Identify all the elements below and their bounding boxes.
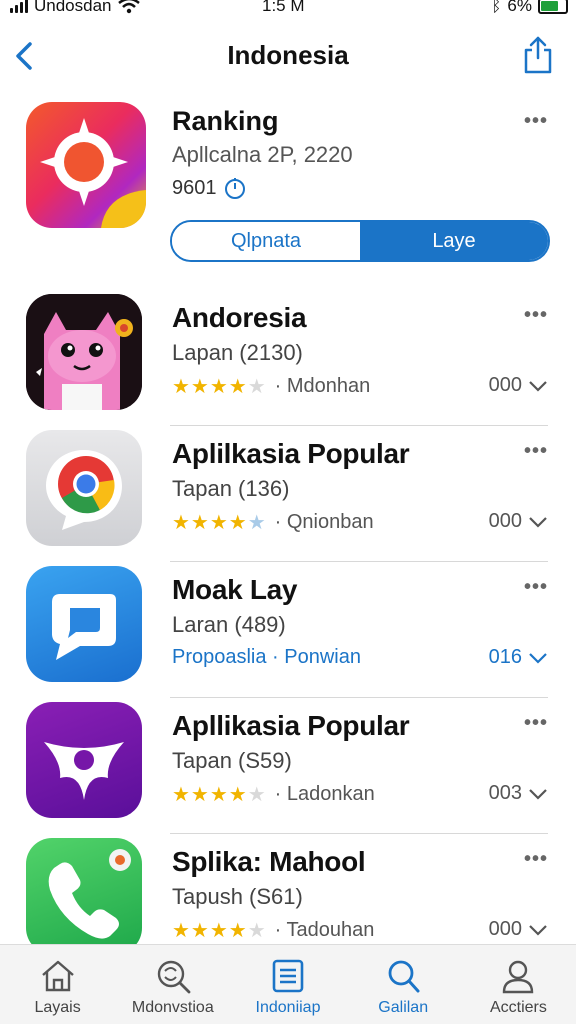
app-count: 000 (488, 510, 522, 532)
battery-icon (538, 0, 568, 14)
more-options-button[interactable]: ••• (524, 848, 548, 871)
app-meta-line: ★★★★★ · Mdonhan (172, 374, 370, 399)
app-count: 003 (488, 782, 522, 804)
navigation-bar: Indonesia (0, 28, 576, 84)
app-subtitle: Tapan (S59) (172, 748, 292, 773)
tab-label: Acctiers (489, 999, 547, 1016)
more-options-button[interactable]: ••• (524, 110, 548, 133)
expand-count-button[interactable]: 003 (489, 782, 548, 805)
featured-app-meta: 9601 (172, 176, 247, 200)
expand-count-button[interactable]: 000 (489, 918, 548, 941)
featured-meta-value: 9601 (172, 176, 217, 199)
app-count: 016 (488, 646, 522, 668)
app-meta-line: ★★★★★ · Tadouhan (172, 918, 374, 943)
signal-icon (10, 0, 28, 13)
app-name: Aplilkasia Popular (172, 438, 410, 469)
app-subtitle: Tapush (S61) (172, 884, 303, 909)
chat-bubble-icon (52, 594, 116, 660)
tab-acctiers[interactable]: Acctiers (461, 945, 576, 1024)
carrier-name: Undosdan (34, 0, 112, 15)
clock: 1:5 M (262, 0, 305, 15)
app-icon[interactable] (26, 566, 142, 682)
chevron-down-icon (529, 924, 547, 936)
app-icon[interactable] (26, 430, 142, 546)
app-icon[interactable] (26, 294, 142, 410)
app-icon[interactable] (26, 702, 142, 818)
chrome-chat-icon (46, 450, 122, 530)
segment-left[interactable]: Qlpnata (172, 222, 360, 260)
search-refresh-icon (157, 960, 191, 994)
more-options-button[interactable]: ••• (524, 712, 548, 735)
app-meta-line: Propoaslia · Ponwian (172, 646, 361, 669)
segmented-control: Qlpnata Laye (170, 220, 550, 262)
app-subtitle: Laran (489) (172, 612, 286, 637)
star-rating-icon: ★★★★★ (172, 784, 267, 806)
app-name: Apllikasia Popular (172, 710, 410, 741)
chevron-down-icon (529, 516, 547, 528)
tab-mdonvstioa[interactable]: Mdonvstioa (115, 945, 230, 1024)
app-category: · Qnionban (274, 511, 374, 533)
tab-bar: Layais Mdonvstioa Indoniiap Galilan Acct… (0, 944, 576, 1024)
featured-app-name: Ranking (172, 106, 279, 136)
expand-count-button[interactable]: 016 (489, 646, 548, 669)
tab-galilan[interactable]: Galilan (346, 945, 461, 1024)
tab-indoniiap[interactable]: Indoniiap (230, 945, 345, 1024)
expand-count-button[interactable]: 000 (489, 374, 548, 397)
list-item[interactable]: Aplilkasia Popular Tapan (136) ★★★★★ · Q… (0, 426, 576, 562)
search-icon (388, 960, 420, 993)
status-right: ᛒ 6% (491, 0, 568, 16)
chevron-down-icon (529, 788, 547, 800)
battery-percent: 6% (507, 0, 532, 15)
carrier-group: Undosdan (10, 0, 140, 16)
app-category: · Mdonhan (274, 375, 371, 397)
list-item[interactable]: Andoresia Lapan (2130) ★★★★★ · Mdonhan 0… (0, 290, 576, 426)
person-icon (503, 960, 534, 994)
app-meta-line: ★★★★★ · Ladonkan (172, 782, 375, 807)
cat-icon (26, 294, 142, 410)
status-bar: Undosdan 1:5 M ᛒ 6% (0, 0, 576, 20)
wifi-icon (117, 0, 140, 14)
tab-label: Galilan (378, 999, 429, 1016)
bluetooth-icon: ᛒ (491, 0, 502, 15)
tab-label: Layais (34, 999, 81, 1016)
more-options-button[interactable]: ••• (524, 304, 548, 327)
clock-icon (224, 178, 245, 199)
target-icon (40, 118, 146, 228)
featured-app: Ranking Apllcalna 2P, 2220 9601 ••• Qlpn… (0, 100, 576, 270)
list-item[interactable]: Apllikasia Popular Tapan (S59) ★★★★★ · L… (0, 698, 576, 834)
star-shape-icon (44, 742, 124, 800)
tab-label: Mdonvstioa (131, 999, 214, 1016)
more-options-button[interactable]: ••• (524, 440, 548, 463)
app-name: Splika: Mahool (172, 846, 366, 877)
page-title: Indonesia (227, 40, 349, 70)
app-name: Andoresia (172, 302, 307, 333)
app-meta-line: ★★★★★ · Qnionban (172, 510, 374, 535)
app-category: · Ladonkan (274, 783, 375, 805)
more-options-button[interactable]: ••• (524, 576, 548, 599)
expand-count-button[interactable]: 000 (489, 510, 548, 533)
featured-app-icon[interactable] (26, 102, 146, 228)
chevron-down-icon (529, 652, 547, 664)
app-subtitle: Lapan (2130) (172, 340, 303, 365)
phone-icon (48, 849, 131, 939)
app-name: Moak Lay (172, 574, 298, 605)
tab-label: Indoniiap (255, 999, 321, 1016)
app-category: Propoaslia · Ponwian (172, 646, 361, 668)
app-icon[interactable] (26, 838, 142, 954)
featured-app-subtitle: Apllcalna 2P, 2220 (172, 142, 353, 167)
segment-right[interactable]: Laye (360, 222, 548, 260)
app-subtitle: Tapan (136) (172, 476, 290, 501)
chevron-down-icon (529, 380, 547, 392)
app-count: 000 (488, 374, 522, 396)
home-icon (41, 960, 74, 992)
tab-layais[interactable]: Layais (0, 945, 115, 1024)
share-icon[interactable] (522, 34, 554, 74)
list-item[interactable]: Moak Lay Laran (489) Propoaslia · Ponwia… (0, 562, 576, 698)
star-rating-icon: ★★★★★ (172, 920, 267, 942)
list-icon (272, 959, 304, 993)
star-rating-icon: ★★★★★ (172, 512, 267, 534)
app-category: · Tadouhan (274, 919, 375, 941)
star-rating-icon: ★★★★★ (172, 376, 267, 398)
app-count: 000 (488, 918, 522, 940)
